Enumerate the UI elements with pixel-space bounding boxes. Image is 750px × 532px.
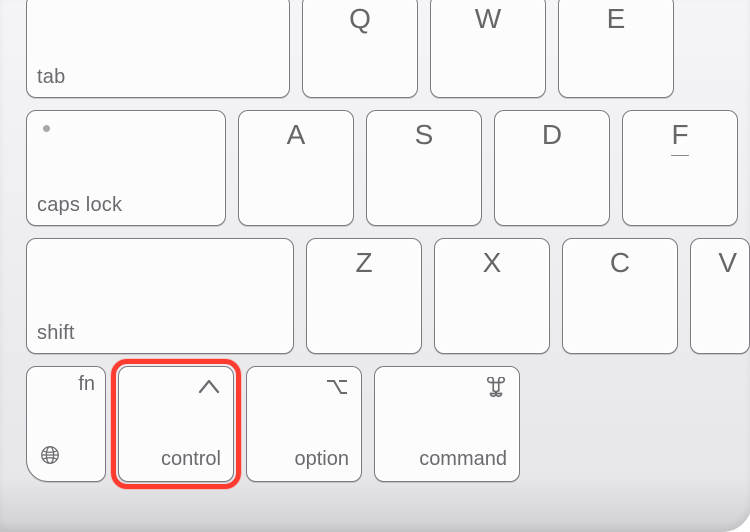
a-key[interactable]: A xyxy=(238,110,354,226)
command-key[interactable]: command xyxy=(374,366,520,482)
e-key[interactable]: E xyxy=(558,0,674,98)
command-symbol-icon xyxy=(485,377,507,404)
v-key[interactable]: V xyxy=(690,238,750,354)
fn-label: fn xyxy=(78,373,95,396)
f-key[interactable]: F xyxy=(622,110,738,226)
x-key[interactable]: X xyxy=(434,238,550,354)
control-symbol-icon xyxy=(197,377,221,402)
caps-lock-indicator-icon xyxy=(43,125,50,132)
caps-lock-key[interactable]: caps lock xyxy=(26,110,226,226)
w-key[interactable]: W xyxy=(430,0,546,98)
shift-key[interactable]: shift xyxy=(26,238,294,354)
z-key[interactable]: Z xyxy=(306,238,422,354)
w-label: W xyxy=(475,3,501,35)
tab-label: tab xyxy=(37,66,65,89)
s-label: S xyxy=(415,119,434,151)
tab-key[interactable]: tab xyxy=(26,0,290,98)
d-key[interactable]: D xyxy=(494,110,610,226)
globe-icon xyxy=(39,444,61,471)
x-label: X xyxy=(483,247,502,279)
command-label: command xyxy=(419,448,507,471)
caps-lock-label: caps lock xyxy=(37,194,122,217)
d-label: D xyxy=(542,119,562,151)
f-label: F xyxy=(671,119,688,151)
shift-label: shift xyxy=(37,322,75,345)
option-label: option xyxy=(295,448,350,471)
q-key[interactable]: Q xyxy=(302,0,418,98)
control-key[interactable]: control xyxy=(118,366,234,482)
a-label: A xyxy=(287,119,306,151)
f-homerow-bump-icon xyxy=(671,155,689,156)
q-label: Q xyxy=(349,3,371,35)
v-label: V xyxy=(718,247,737,279)
s-key[interactable]: S xyxy=(366,110,482,226)
control-label: control xyxy=(161,448,221,471)
c-label: C xyxy=(610,247,630,279)
fn-key[interactable]: fn xyxy=(26,366,106,482)
option-key[interactable]: option xyxy=(246,366,362,482)
c-key[interactable]: C xyxy=(562,238,678,354)
option-symbol-icon xyxy=(325,377,349,402)
z-label: Z xyxy=(355,247,372,279)
e-label: E xyxy=(607,3,626,35)
